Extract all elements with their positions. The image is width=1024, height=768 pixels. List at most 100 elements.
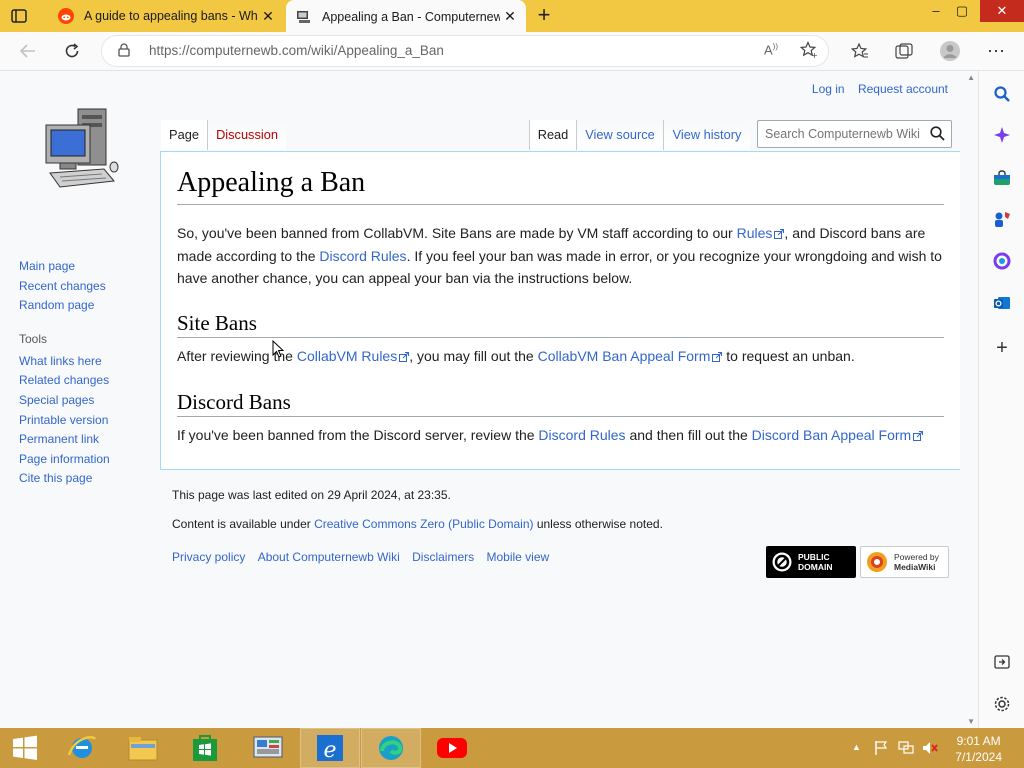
tab-view-history[interactable]: View history: [663, 120, 750, 150]
file-explorer-icon[interactable]: [113, 728, 173, 768]
collections-icon[interactable]: [890, 38, 918, 64]
tools-item-permanent-link[interactable]: Permanent link: [19, 430, 110, 450]
mouse-cursor-icon: [272, 339, 285, 363]
tab-actions-icon[interactable]: [8, 6, 30, 26]
back-icon[interactable]: [14, 38, 42, 64]
browser-tab-wiki[interactable]: Appealing a Ban - Computernewb ✕: [286, 0, 526, 33]
youtube-icon[interactable]: [422, 728, 482, 768]
disclaimers-link[interactable]: Disclaimers: [412, 550, 474, 564]
tab-discussion[interactable]: Discussion: [207, 120, 286, 150]
internet-explorer-pinned-icon[interactable]: e: [300, 728, 360, 768]
search-box[interactable]: [757, 120, 952, 148]
scroll-down-icon[interactable]: ▼: [967, 717, 975, 726]
address-bar[interactable]: https://computernewb.com/wiki/Appealing_…: [102, 36, 828, 66]
tools-item-printable-version[interactable]: Printable version: [19, 411, 110, 431]
show-hidden-icons-icon[interactable]: ▲: [852, 742, 861, 752]
outlook-icon[interactable]: [991, 292, 1013, 314]
tab-page[interactable]: Page: [161, 120, 207, 150]
new-tab-icon[interactable]: +: [532, 4, 556, 28]
refresh-icon[interactable]: [58, 38, 86, 64]
last-edited-text: This page was last edited on 29 April 20…: [172, 488, 451, 502]
store-icon[interactable]: [175, 728, 235, 768]
site-bans-paragraph: After reviewing the CollabVM Rules, you …: [177, 345, 947, 368]
clock-date: 7/1/2024: [955, 750, 1002, 764]
system-clock[interactable]: 9:01 AM 7/1/2024: [955, 733, 1002, 765]
license-link[interactable]: Creative Commons Zero (Public Domain): [314, 517, 533, 531]
external-link-icon: [774, 229, 785, 239]
start-button-windows-icon[interactable]: [0, 728, 50, 768]
mediawiki-label: Powered by MediaWiki: [894, 552, 939, 572]
edge-sidebar: +: [978, 71, 1024, 728]
network-icon[interactable]: [897, 740, 915, 761]
title-divider: [177, 204, 944, 205]
mediawiki-badge[interactable]: Powered by MediaWiki: [860, 546, 949, 578]
hide-sidebar-icon[interactable]: [991, 651, 1013, 673]
profile-avatar-icon[interactable]: [936, 38, 964, 64]
search-icon[interactable]: [930, 126, 945, 146]
search-input[interactable]: [763, 126, 927, 142]
discord-bans-paragraph: If you've been banned from the Discord s…: [177, 424, 947, 447]
log-in-link[interactable]: Log in: [812, 82, 845, 96]
maximize-icon[interactable]: ▢: [946, 0, 978, 24]
control-panel-icon[interactable]: [238, 728, 298, 768]
discord-rules-link-2[interactable]: Discord Rules: [538, 427, 625, 443]
copilot-sparkle-icon[interactable]: [991, 124, 1013, 146]
tools-item-cite-this-page[interactable]: Cite this page: [19, 469, 110, 489]
intro-paragraph: So, you've been banned from CollabVM. Si…: [177, 222, 947, 290]
site-logo[interactable]: [40, 107, 120, 197]
close-tab-icon[interactable]: ✕: [258, 8, 278, 25]
browser-tab-reddit[interactable]: A guide to appealing bans - Whe ✕: [48, 0, 284, 32]
search-icon[interactable]: [991, 83, 1013, 105]
action-center-flag-icon[interactable]: [874, 740, 888, 761]
tools-item-related-changes[interactable]: Related changes: [19, 371, 110, 391]
intro-text: So, you've been banned from CollabVM. Si…: [177, 225, 737, 241]
heading-site-bans: Site Bans: [177, 311, 257, 335]
scroll-up-icon[interactable]: ▲: [967, 73, 975, 82]
page-title: Appealing a Ban: [177, 167, 366, 198]
collabvm-ban-appeal-form-link[interactable]: CollabVM Ban Appeal Form: [538, 348, 711, 364]
internet-explorer-icon[interactable]: [52, 728, 112, 768]
collabvm-rules-link[interactable]: CollabVM Rules: [297, 348, 397, 364]
mobile-view-link[interactable]: Mobile view: [486, 550, 549, 564]
sidebar-item-recent-changes[interactable]: Recent changes: [19, 277, 110, 297]
rules-link[interactable]: Rules: [737, 225, 773, 241]
sidebar-item-random-page[interactable]: Random page: [19, 296, 110, 316]
request-account-link[interactable]: Request account: [858, 82, 948, 96]
about-link[interactable]: About Computernewb Wiki: [258, 550, 400, 564]
edge-browser-icon[interactable]: [361, 728, 421, 768]
discord-ban-appeal-form-link[interactable]: Discord Ban Appeal Form: [752, 427, 912, 443]
footer-links: Privacy policy About Computernewb Wiki D…: [172, 550, 549, 564]
favorites-icon[interactable]: [846, 38, 874, 64]
tools-item-page-information[interactable]: Page information: [19, 450, 110, 470]
mediawiki-sunflower-icon: [867, 552, 887, 572]
tools-item-special-pages[interactable]: Special pages: [19, 391, 110, 411]
sidebar-settings-gear-icon[interactable]: [991, 693, 1013, 715]
sidebar-item-main-page[interactable]: Main page: [19, 257, 110, 277]
games-icon[interactable]: [991, 208, 1013, 230]
site-bans-text: , you may fill out the: [409, 348, 538, 364]
url-text: https://computernewb.com/wiki/Appealing_…: [149, 43, 444, 58]
office-icon[interactable]: [991, 250, 1013, 272]
badge-text: PUBLIC: [798, 552, 830, 562]
read-aloud-icon[interactable]: A)): [764, 42, 778, 57]
add-sidebar-app-icon[interactable]: +: [991, 337, 1013, 359]
windows-taskbar: e ▲ 9:01 AM 7/1/2024: [0, 728, 1024, 768]
add-favorite-icon[interactable]: +: [799, 41, 818, 64]
sidebar: Main page Recent changes Random page Too…: [19, 257, 110, 489]
public-domain-icon: [772, 552, 792, 572]
close-window-icon[interactable]: ✕: [980, 0, 1024, 22]
lock-icon[interactable]: [118, 43, 130, 62]
tools-item-what-links-here[interactable]: What links here: [19, 352, 110, 372]
tab-read[interactable]: Read: [529, 120, 576, 150]
public-domain-badge[interactable]: PUBLIC DOMAIN: [766, 546, 856, 578]
shopping-bag-icon[interactable]: [991, 167, 1013, 189]
volume-muted-icon[interactable]: [921, 740, 939, 761]
close-tab-icon[interactable]: ✕: [500, 8, 520, 25]
settings-more-icon[interactable]: ⋯: [982, 38, 1010, 64]
clock-time: 9:01 AM: [956, 734, 1001, 748]
computer-favicon-icon: [296, 9, 312, 25]
discord-rules-link[interactable]: Discord Rules: [319, 248, 406, 264]
tools-heading: Tools: [19, 331, 48, 346]
privacy-policy-link[interactable]: Privacy policy: [172, 550, 245, 564]
tab-view-source[interactable]: View source: [576, 120, 663, 150]
